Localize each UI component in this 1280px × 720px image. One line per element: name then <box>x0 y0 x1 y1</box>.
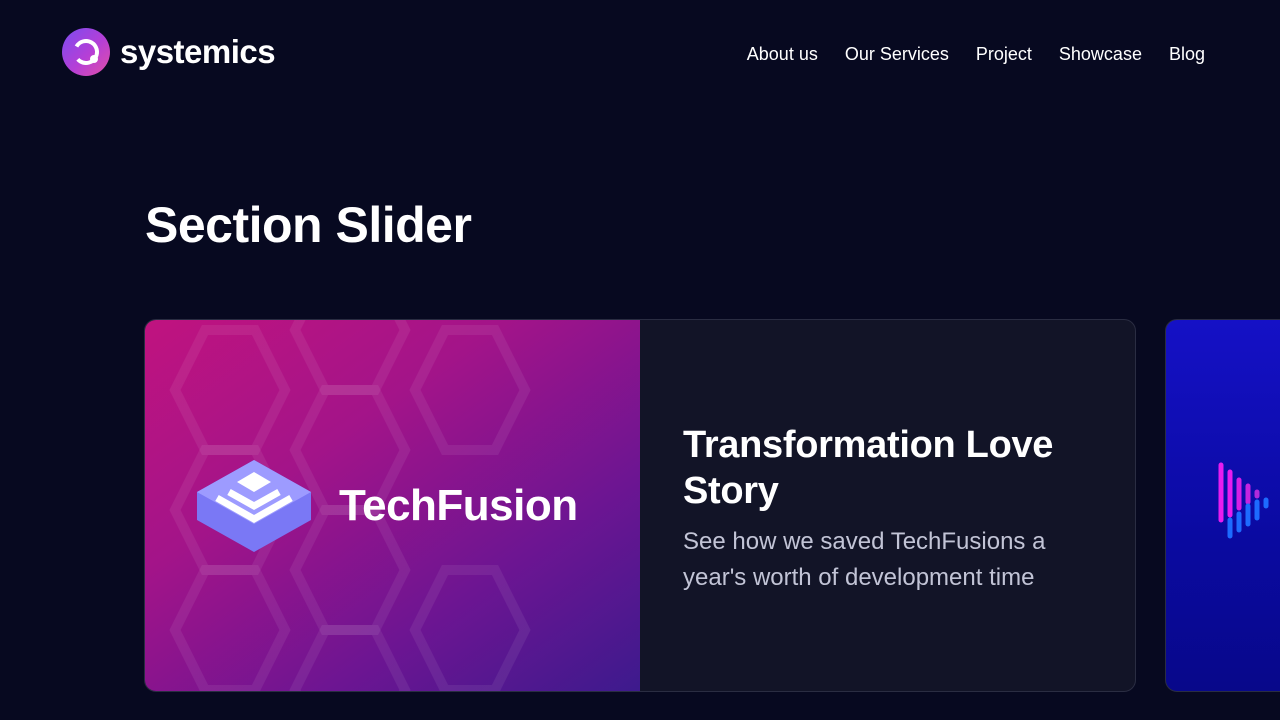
slide-description: See how we saved TechFusions a year's wo… <box>683 528 1046 591</box>
main-nav: About us Our Services Project Showcase B… <box>747 42 1205 66</box>
logo[interactable]: systemics <box>62 28 276 76</box>
brand-name: TechFusion <box>339 481 578 530</box>
slide-title[interactable]: Transformation Love Story <box>683 422 1093 514</box>
nav-showcase[interactable]: Showcase <box>1059 42 1142 66</box>
nav-blog[interactable]: Blog <box>1169 42 1205 66</box>
logo-text: systemics <box>120 33 276 70</box>
nav-our-services[interactable]: Our Services <box>845 42 949 66</box>
slide-card[interactable]: TechFusion Transformation Love Story See… <box>144 319 1136 692</box>
section-title: Section Slider <box>145 197 472 253</box>
site-header: systemics About us Our Services Project … <box>0 0 1280 110</box>
waveform-bars-icon <box>1218 462 1269 539</box>
slide-visual: TechFusion <box>145 320 640 691</box>
brand-logo: TechFusion <box>195 458 578 554</box>
next-slide-card[interactable] <box>1165 319 1280 692</box>
stacked-layers-icon <box>197 460 311 552</box>
nav-about-us[interactable]: About us <box>747 42 818 66</box>
nav-project[interactable]: Project <box>976 42 1032 66</box>
slide-body: Transformation Love Story See how we sav… <box>683 422 1093 596</box>
ring-logo-icon <box>62 28 110 76</box>
